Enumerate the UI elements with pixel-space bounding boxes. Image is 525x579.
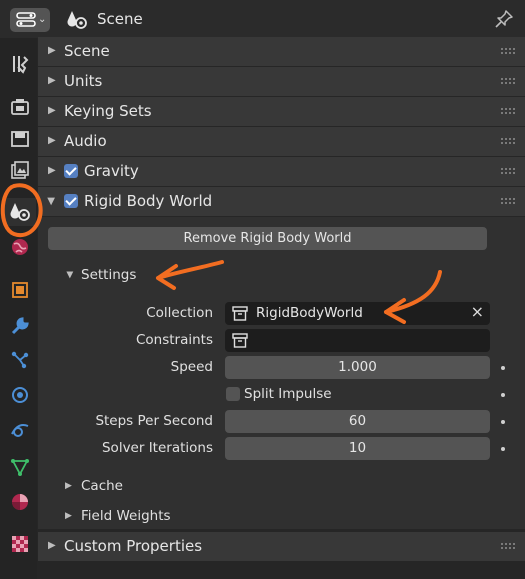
keyframe-dot-icon[interactable] — [501, 447, 505, 451]
tab-tool[interactable] — [3, 50, 36, 78]
collapse-arrow-icon: ▶ — [48, 105, 56, 116]
tab-object[interactable] — [3, 276, 36, 304]
panel-units[interactable]: ▶ Units — [38, 67, 525, 96]
tab-constraints[interactable] — [3, 416, 36, 444]
collection-icon — [232, 306, 248, 321]
tab-view-layer[interactable] — [3, 156, 36, 184]
collection-field[interactable]: RigidBodyWorld × — [225, 302, 490, 325]
panel-keying-sets-label: Keying Sets — [64, 102, 152, 120]
panel-gravity[interactable]: ▶ Gravity — [38, 157, 525, 186]
drag-grip-icon[interactable] — [500, 137, 516, 145]
expand-arrow-icon: ▶ — [64, 271, 75, 279]
header-title: Scene — [97, 10, 143, 28]
split-impulse-checkbox[interactable] — [226, 387, 240, 401]
keyframe-dot-icon[interactable] — [501, 393, 505, 397]
constraints-icon — [10, 424, 28, 437]
tab-texture[interactable] — [3, 530, 36, 558]
texture-icon — [11, 536, 28, 552]
steps-per-second-label: Steps Per Second — [95, 413, 213, 429]
tab-particles[interactable] — [3, 346, 36, 374]
scene-icon — [10, 203, 30, 221]
properties-header: ⌄ Scene — [0, 0, 525, 38]
properties-editor-icon — [16, 12, 36, 27]
tab-render[interactable] — [3, 93, 36, 121]
remove-rigid-body-world-button[interactable]: Remove Rigid Body World — [48, 227, 487, 250]
modifier-icon — [11, 317, 29, 335]
panel-scene-label: Scene — [64, 42, 110, 60]
output-icon — [10, 131, 29, 147]
gravity-checkbox[interactable] — [64, 164, 78, 178]
drag-grip-icon[interactable] — [500, 167, 516, 175]
settings-subpanel-label[interactable]: Settings — [81, 267, 136, 283]
drag-grip-icon[interactable] — [500, 107, 516, 115]
solver-iterations-label: Solver Iterations — [101, 440, 213, 456]
panel-scene[interactable]: ▶ Scene — [38, 37, 525, 66]
collection-value: RigidBodyWorld — [256, 305, 363, 321]
data-icon — [10, 459, 29, 476]
speed-label: Speed — [170, 359, 213, 375]
collection-label: Collection — [146, 305, 213, 321]
rigid-body-world-checkbox[interactable] — [64, 194, 78, 208]
tab-modifiers[interactable] — [3, 312, 36, 340]
drag-grip-icon[interactable] — [500, 197, 516, 205]
collapse-arrow-icon: ▶ — [65, 511, 72, 521]
constraints-label: Constraints — [135, 332, 213, 348]
drag-grip-icon[interactable] — [500, 542, 516, 550]
expand-arrow-icon: ▶ — [45, 197, 57, 206]
view-layer-icon — [10, 161, 29, 179]
drag-grip-icon[interactable] — [500, 77, 516, 85]
tab-physics[interactable] — [3, 381, 36, 409]
solver-iterations-field[interactable]: 10 — [225, 437, 490, 460]
render-icon — [10, 99, 29, 115]
pin-icon[interactable] — [494, 9, 514, 29]
collapse-arrow-icon: ▶ — [48, 135, 56, 146]
split-impulse-label[interactable]: Split Impulse — [244, 386, 332, 402]
close-icon[interactable]: × — [471, 302, 484, 321]
panel-keying-sets[interactable]: ▶ Keying Sets — [38, 97, 525, 126]
scene-icon — [67, 11, 87, 29]
panel-audio[interactable]: ▶ Audio — [38, 127, 525, 156]
collection-icon — [232, 333, 248, 348]
object-icon — [11, 282, 28, 298]
properties-tab-bar — [0, 38, 37, 579]
chevron-down-icon: ⌄ — [38, 14, 47, 25]
panel-custom-properties-label: Custom Properties — [64, 537, 203, 555]
constraints-field[interactable] — [225, 329, 490, 352]
drag-grip-icon[interactable] — [500, 47, 516, 55]
field-weights-subpanel-label[interactable]: Field Weights — [81, 508, 171, 524]
panel-audio-label: Audio — [64, 132, 107, 150]
collapse-arrow-icon: ▶ — [48, 45, 56, 56]
collapse-arrow-icon: ▶ — [48, 540, 56, 551]
tab-scene[interactable] — [3, 198, 36, 226]
tab-world[interactable] — [3, 233, 36, 261]
tool-icon — [12, 56, 28, 74]
tab-material[interactable] — [3, 488, 36, 516]
collapse-arrow-icon: ▶ — [48, 165, 56, 176]
physics-icon — [11, 387, 28, 403]
cache-subpanel-label[interactable]: Cache — [81, 478, 123, 494]
panel-rigid-body-world-label: Rigid Body World — [84, 192, 213, 210]
keyframe-dot-icon[interactable] — [501, 366, 505, 370]
editor-type-button[interactable]: ⌄ — [10, 8, 50, 32]
collapse-arrow-icon: ▶ — [65, 481, 72, 491]
world-icon — [11, 239, 28, 255]
collapse-arrow-icon: ▶ — [48, 75, 56, 86]
panel-rigid-body-world[interactable]: ▶ Rigid Body World — [38, 187, 525, 216]
steps-per-second-field[interactable]: 60 — [225, 410, 490, 433]
panel-gravity-label: Gravity — [84, 162, 139, 180]
panel-units-label: Units — [64, 72, 103, 90]
tab-data[interactable] — [3, 453, 36, 481]
tab-output[interactable] — [3, 125, 36, 153]
material-icon — [11, 494, 28, 510]
keyframe-dot-icon[interactable] — [501, 420, 505, 424]
particles-icon — [11, 351, 28, 369]
speed-field[interactable]: 1.000 — [225, 356, 490, 379]
panel-custom-properties[interactable]: ▶ Custom Properties — [38, 532, 525, 561]
